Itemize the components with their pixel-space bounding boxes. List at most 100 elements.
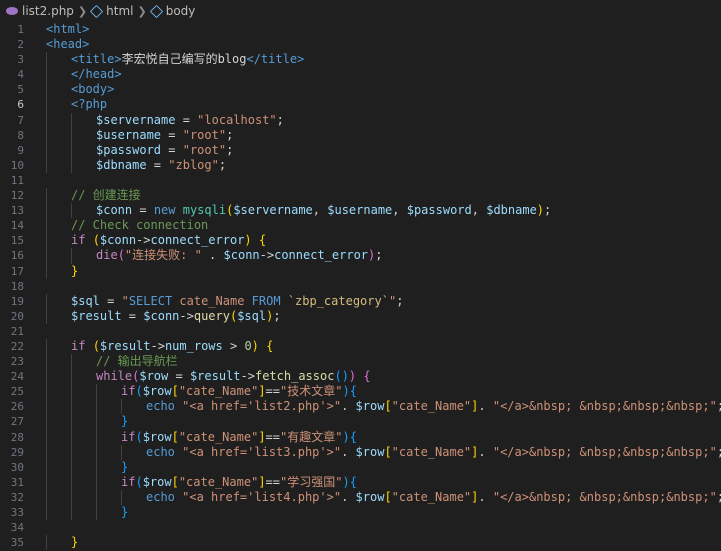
code-token: "zblog"	[168, 157, 219, 172]
code-content: echo "<a href='list4.php'>". $row["cate_…	[24, 489, 721, 505]
breadcrumb-html[interactable]: html	[90, 4, 134, 18]
indent-guide	[46, 535, 47, 551]
indent-guide	[46, 203, 47, 219]
line-number: 12	[10, 189, 24, 203]
code-line[interactable]: 33}	[0, 505, 721, 521]
code-line[interactable]: 21	[0, 324, 721, 339]
code-line[interactable]: 28 if($row["cate_Name"]=="有趣文章"){	[0, 429, 721, 445]
code-token: ]	[258, 474, 266, 489]
code-token: // Check connection	[71, 218, 209, 233]
code-content: }	[24, 263, 78, 279]
code-token: "	[121, 293, 129, 308]
code-line[interactable]: 23 // 输出导航栏	[0, 354, 721, 370]
code-content: $dbname = "zblog";	[24, 157, 226, 173]
code-line[interactable]: 24 while($row = $result->fetch_assoc()) {	[0, 369, 721, 385]
code-line[interactable]: 31 if($row["cate_Name"]=="学习强国"){	[0, 474, 721, 490]
code-token: $row	[142, 384, 172, 399]
code-token: "root"	[182, 142, 227, 157]
code-token: {	[258, 233, 267, 248]
code-line[interactable]: 29 echo "<a href='list3.php'>". $row["cat…	[0, 444, 721, 460]
line-number: 19	[10, 294, 24, 308]
code-token: $sql	[237, 308, 267, 323]
code-token: >	[222, 338, 245, 353]
code-token: ;	[544, 203, 552, 218]
code-line[interactable]: 19 $sql = "SELECT cate_Name FROM `zbp_cat…	[0, 293, 721, 309]
breadcrumb-body[interactable]: body	[149, 4, 195, 18]
indent-guide	[121, 444, 122, 460]
code-token: =	[161, 142, 183, 157]
code-line[interactable]: 17}	[0, 263, 721, 279]
code-line[interactable]: 20 $result = $conn->query($sql);	[0, 308, 721, 324]
code-content: }	[24, 459, 128, 475]
code-token: "<a href='list3.php'>"	[182, 444, 342, 459]
code-token: "有趣文章"	[280, 429, 343, 444]
code-token: echo	[146, 399, 183, 414]
code-token: <?php	[71, 97, 108, 112]
code-line[interactable]: 7 $servername = "localhost";	[0, 112, 721, 128]
code-line[interactable]: 18	[0, 279, 721, 294]
indent-guide	[96, 459, 97, 475]
code-content: <html>	[24, 22, 89, 37]
code-token: =	[99, 293, 122, 308]
code-token: mysqli	[182, 203, 227, 218]
code-line[interactable]: 35}	[0, 535, 721, 551]
line-number: 2	[17, 38, 24, 52]
indent-guide	[121, 399, 122, 415]
code-line[interactable]: 34	[0, 520, 721, 535]
code-line[interactable]: 11	[0, 173, 721, 188]
code-line[interactable]: 1 <html>	[0, 22, 721, 37]
code-line[interactable]: 14 // Check connection	[0, 218, 721, 234]
breadcrumb-file[interactable]: list2.php	[6, 4, 74, 18]
code-line[interactable]: 9 $password = "root";	[0, 142, 721, 158]
code-token: ;	[375, 248, 383, 263]
code-line[interactable]: 30}	[0, 459, 721, 475]
code-line[interactable]: 13 $conn = new mysqli($servername, $usern…	[0, 203, 721, 219]
code-line[interactable]: 27}	[0, 414, 721, 430]
code-token: echo	[146, 444, 183, 459]
code-line[interactable]: 15 if ($conn->connect_error) {	[0, 233, 721, 249]
code-line[interactable]: 10 $dbname = "zblog";	[0, 157, 721, 173]
code-line[interactable]: 32 echo "<a href='list4.php'>". $row["cat…	[0, 489, 721, 505]
code-token: )	[342, 384, 350, 399]
code-token: 0	[244, 338, 252, 353]
code-token: "localhost"	[197, 112, 277, 127]
code-line[interactable]: 25 if($row["cate_Name"]=="技术文章"){	[0, 384, 721, 400]
code-token: =	[121, 308, 144, 323]
breadcrumb-html-label: html	[106, 4, 134, 18]
code-line[interactable]: 3 <title>李宏悦自己编写的blog</title>	[0, 52, 721, 68]
code-token: .	[478, 489, 493, 504]
code-line[interactable]: 12 // 创建连接	[0, 188, 721, 204]
code-token: // 输出导航栏	[96, 354, 178, 369]
code-content	[24, 324, 46, 339]
line-number: 6	[17, 98, 24, 112]
indent-guide	[71, 142, 72, 158]
code-line[interactable]: 5 <body>	[0, 82, 721, 98]
line-number: 23	[10, 355, 24, 369]
code-line[interactable]: 4 </head>	[0, 67, 721, 83]
code-token: {	[349, 474, 357, 489]
code-token: ]	[258, 384, 266, 399]
code-token: </head>	[71, 67, 122, 82]
code-line[interactable]: 8 $username = "root";	[0, 127, 721, 143]
line-number: 20	[10, 309, 24, 323]
php-file-icon	[6, 7, 18, 15]
line-number: 17	[10, 264, 24, 278]
code-line[interactable]: 26 echo "<a href='list2.php'>". $row["cat…	[0, 399, 721, 415]
line-number: 34	[10, 521, 24, 535]
code-line[interactable]: 16 die("连接失败: " . $conn->connect_error);	[0, 248, 721, 264]
breadcrumb-file-label: list2.php	[22, 4, 74, 18]
code-token: "技术文章"	[280, 384, 343, 399]
indent-guide	[46, 505, 47, 521]
line-number: 1	[17, 23, 24, 36]
code-token: if	[121, 429, 136, 444]
code-token: )	[536, 203, 545, 218]
code-line[interactable]: 2 <head>	[0, 37, 721, 52]
code-token: ()	[334, 369, 349, 384]
indent-guide	[46, 263, 47, 279]
code-editor[interactable]: 1 <html> 2 <head> 3 <title>李宏悦自己编写的blog</titl…	[0, 22, 721, 551]
indent-guide	[71, 414, 72, 430]
code-line[interactable]: 6 <?php	[0, 97, 721, 113]
code-token: while	[96, 369, 133, 384]
chevron-right-icon: ❯	[137, 4, 147, 18]
code-line[interactable]: 22 if ($result->num_rows > 0) {	[0, 338, 721, 355]
